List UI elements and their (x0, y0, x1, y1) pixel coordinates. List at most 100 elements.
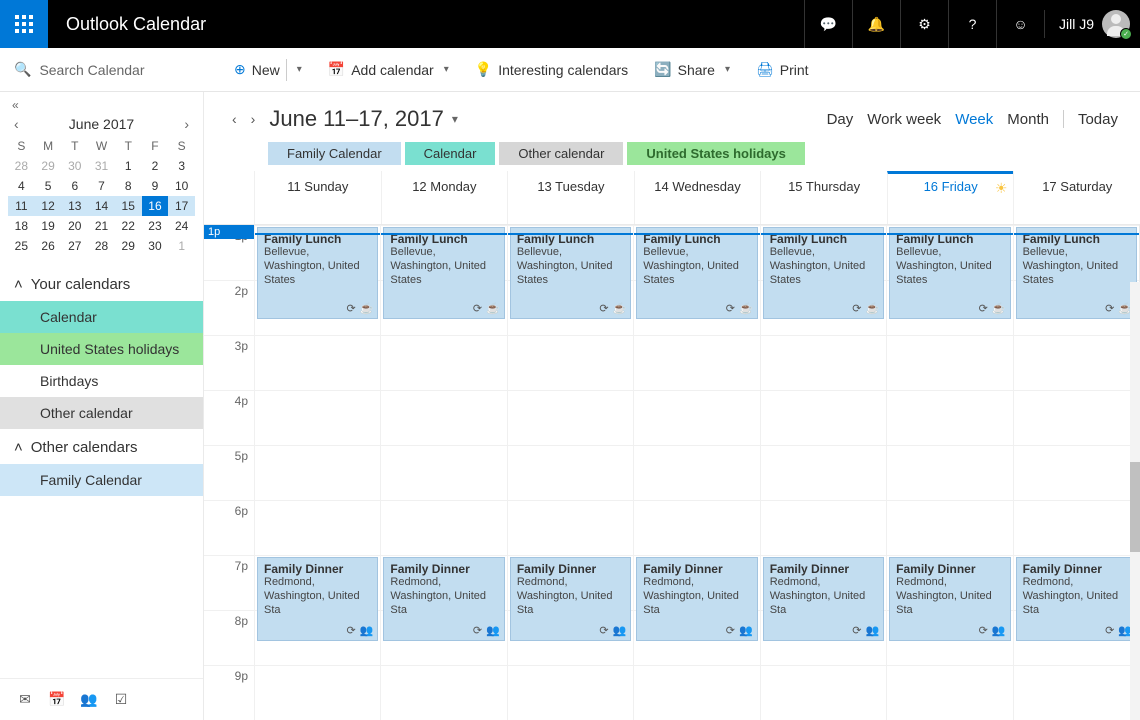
settings-button[interactable]: ⚙ (900, 0, 948, 48)
range-title[interactable]: June 11–17, 2017 ▾ (269, 106, 458, 132)
day-header[interactable]: 12 Monday (381, 171, 508, 224)
mini-cal-day[interactable]: 2 (142, 156, 169, 176)
calendar-event[interactable]: Family DinnerRedmond, Washington, United… (257, 557, 378, 641)
calendar-tab[interactable]: Calendar (405, 142, 496, 165)
mini-cal-day[interactable]: 29 (115, 236, 142, 256)
day-column[interactable]: Family LunchBellevue, Washington, United… (507, 225, 633, 720)
calendar-event[interactable]: Family DinnerRedmond, Washington, United… (383, 557, 504, 641)
your-calendar-item[interactable]: Calendar (0, 301, 203, 333)
mini-cal-day[interactable]: 6 (61, 176, 88, 196)
mini-cal-day[interactable]: 10 (168, 176, 195, 196)
mini-cal-day[interactable]: 1 (115, 156, 142, 176)
scrollbar-thumb[interactable] (1130, 462, 1140, 552)
mini-cal-day[interactable]: 12 (35, 196, 62, 216)
calendar-tab[interactable]: Family Calendar (268, 142, 401, 165)
vertical-scrollbar[interactable] (1130, 282, 1140, 720)
people-module-button[interactable]: 👥 (78, 691, 100, 708)
day-header[interactable]: 16 Friday☀ (887, 171, 1014, 224)
mini-cal-day[interactable]: 30 (142, 236, 169, 256)
other-calendar-item[interactable]: Family Calendar (0, 464, 203, 496)
day-header[interactable]: 11 Sunday (254, 171, 381, 224)
mini-cal-day[interactable]: 11 (8, 196, 35, 216)
mini-cal-day[interactable]: 29 (35, 156, 62, 176)
mini-cal-day[interactable]: 23 (142, 216, 169, 236)
mini-cal-day[interactable]: 20 (61, 216, 88, 236)
your-calendar-item[interactable]: Birthdays (0, 365, 203, 397)
chat-button[interactable]: 💬 (804, 0, 852, 48)
calendar-event[interactable]: Family DinnerRedmond, Washington, United… (889, 557, 1010, 641)
calendar-event[interactable]: Family LunchBellevue, Washington, United… (889, 227, 1010, 319)
your-calendar-item[interactable]: United States holidays (0, 333, 203, 365)
calendar-event[interactable]: Family LunchBellevue, Washington, United… (510, 227, 631, 319)
mini-cal-day[interactable]: 13 (61, 196, 88, 216)
mini-cal-day[interactable]: 19 (35, 216, 62, 236)
other-calendars-header[interactable]: ˄ Other calendars (0, 429, 203, 464)
calendar-event[interactable]: Family LunchBellevue, Washington, United… (763, 227, 884, 319)
calendar-tab[interactable]: United States holidays (627, 142, 804, 165)
mini-cal-day[interactable]: 31 (88, 156, 115, 176)
range-next-button[interactable]: › (251, 111, 256, 127)
mini-cal-day[interactable]: 7 (88, 176, 115, 196)
chevron-down-icon[interactable]: ▾ (725, 64, 730, 75)
day-header[interactable]: 13 Tuesday (507, 171, 634, 224)
mini-cal-day[interactable]: 30 (61, 156, 88, 176)
calendar-event[interactable]: Family LunchBellevue, Washington, United… (383, 227, 504, 319)
print-button[interactable]: 🖨 Print (756, 61, 809, 78)
mini-cal-day[interactable]: 18 (8, 216, 35, 236)
chevron-down-icon[interactable]: ▾ (297, 64, 302, 75)
mini-cal-day[interactable]: 22 (115, 216, 142, 236)
day-column[interactable]: Family LunchBellevue, Washington, United… (760, 225, 886, 720)
calendar-event[interactable]: Family DinnerRedmond, Washington, United… (763, 557, 884, 641)
sidebar-collapse-button[interactable]: « (0, 92, 203, 112)
mini-cal-next-button[interactable]: › (184, 116, 189, 132)
mini-cal-day[interactable]: 3 (168, 156, 195, 176)
mini-cal-day[interactable]: 28 (88, 236, 115, 256)
mail-module-button[interactable]: ✉ (14, 691, 36, 708)
tasks-module-button[interactable]: ☑ (110, 691, 132, 708)
mini-cal-day[interactable]: 28 (8, 156, 35, 176)
app-launcher-button[interactable] (0, 0, 48, 48)
new-button[interactable]: ⊕ New ▾ (234, 59, 302, 81)
calendar-event[interactable]: Family DinnerRedmond, Washington, United… (636, 557, 757, 641)
day-column[interactable]: Family LunchBellevue, Washington, United… (886, 225, 1012, 720)
mini-cal-day[interactable]: 5 (35, 176, 62, 196)
mini-cal-day[interactable]: 26 (35, 236, 62, 256)
calendar-event[interactable]: Family DinnerRedmond, Washington, United… (1016, 557, 1137, 641)
mini-cal-day[interactable]: 4 (8, 176, 35, 196)
day-column[interactable]: Family LunchBellevue, Washington, United… (254, 225, 380, 720)
mini-cal-day[interactable]: 17 (168, 196, 195, 216)
calendar-tab[interactable]: Other calendar (499, 142, 623, 165)
mini-cal-day[interactable]: 14 (88, 196, 115, 216)
feedback-button[interactable]: ☺ (996, 0, 1044, 48)
your-calendars-header[interactable]: ˄ Your calendars (0, 266, 203, 301)
share-button[interactable]: 🔄 Share ▾ (654, 61, 730, 78)
calendar-event[interactable]: Family LunchBellevue, Washington, United… (636, 227, 757, 319)
view-work-week[interactable]: Work week (867, 111, 941, 128)
search-input[interactable]: 🔍 Search Calendar (0, 61, 204, 78)
calendar-event[interactable]: Family DinnerRedmond, Washington, United… (510, 557, 631, 641)
day-header[interactable]: 17 Saturday (1013, 171, 1140, 224)
mini-cal-day[interactable]: 24 (168, 216, 195, 236)
mini-cal-day[interactable]: 9 (142, 176, 169, 196)
view-month[interactable]: Month (1007, 111, 1049, 128)
add-calendar-button[interactable]: 📅 Add calendar ▾ (328, 61, 449, 78)
mini-cal-day[interactable]: 1 (168, 236, 195, 256)
view-day[interactable]: Day (827, 111, 854, 128)
mini-cal-day[interactable]: 25 (8, 236, 35, 256)
day-header[interactable]: 15 Thursday (760, 171, 887, 224)
interesting-calendars-button[interactable]: 💡 Interesting calendars (475, 61, 628, 78)
range-prev-button[interactable]: ‹ (232, 111, 237, 127)
day-column[interactable]: Family LunchBellevue, Washington, United… (633, 225, 759, 720)
day-column[interactable]: Family LunchBellevue, Washington, United… (380, 225, 506, 720)
calendar-event[interactable]: Family LunchBellevue, Washington, United… (257, 227, 378, 319)
mini-cal-day[interactable]: 16 (142, 196, 169, 216)
help-button[interactable]: ? (948, 0, 996, 48)
mini-cal-day[interactable]: 21 (88, 216, 115, 236)
day-column[interactable]: Family LunchBellevue, Washington, United… (1013, 225, 1139, 720)
mini-cal-day[interactable]: 8 (115, 176, 142, 196)
day-header[interactable]: 14 Wednesday (634, 171, 761, 224)
view-week[interactable]: Week (955, 111, 993, 128)
notifications-button[interactable]: 🔔 (852, 0, 900, 48)
calendar-module-button[interactable]: 📅 (46, 691, 68, 708)
calendar-event[interactable]: Family LunchBellevue, Washington, United… (1016, 227, 1137, 319)
